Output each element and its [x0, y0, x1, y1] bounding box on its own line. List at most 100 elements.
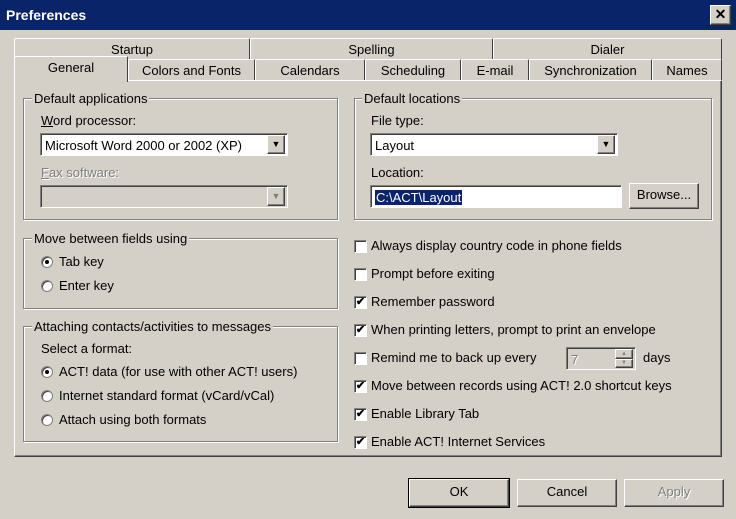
radio-both-formats[interactable]: Attach using both formats: [41, 412, 331, 430]
chevron-down-icon[interactable]: ▼: [597, 135, 615, 154]
tab-label: General: [47, 60, 95, 75]
checkbox-label: When printing letters, prompt to print a…: [371, 322, 656, 337]
checkbox-label: Prompt before exiting: [371, 266, 495, 281]
tab-general[interactable]: General: [14, 56, 128, 82]
tab-synchronization[interactable]: Synchronization: [529, 59, 652, 81]
cancel-button[interactable]: Cancel: [517, 479, 617, 507]
checkbox-label: Move between records using ACT! 2.0 shor…: [371, 378, 672, 393]
attaching-format-title: Attaching contacts/activities to message…: [32, 319, 274, 335]
select-format-label: Select a format:: [41, 341, 133, 356]
radio-label: Internet standard format (vCard/vCal): [59, 388, 275, 403]
option-country-code[interactable]: Always display country code in phone fie…: [354, 238, 704, 256]
apply-button[interactable]: Apply: [624, 479, 724, 507]
location-input[interactable]: C:\ACT\Layout: [370, 185, 622, 208]
checkbox-label: Remember password: [371, 294, 495, 309]
tab-calendars[interactable]: Calendars: [255, 59, 365, 81]
tab-label: Spelling: [348, 42, 395, 57]
word-processor-select[interactable]: Microsoft Word 2000 or 2002 (XP) ▼: [40, 133, 288, 156]
option-envelope-prompt[interactable]: ✔ When printing letters, prompt to print…: [354, 322, 704, 340]
checkbox-label: Always display country code in phone fie…: [371, 238, 622, 253]
tab-label: Names: [666, 63, 708, 78]
check-icon: ✔: [355, 408, 366, 420]
option-shortcut-keys[interactable]: ✔ Move between records using ACT! 2.0 sh…: [354, 378, 704, 396]
file-type-value: Layout: [375, 138, 415, 153]
radio-button[interactable]: [41, 390, 53, 402]
tab-label: Dialer: [590, 42, 625, 57]
option-backup-reminder[interactable]: Remind me to back up every: [354, 350, 554, 368]
title-bar: Preferences: [0, 0, 736, 30]
radio-label: Enter key: [59, 278, 114, 293]
radio-internet-standard[interactable]: Internet standard format (vCard/vCal): [41, 388, 331, 406]
apply-label: Apply: [657, 484, 691, 499]
file-type-label: File type:: [371, 113, 424, 128]
chevron-down-icon: ▼: [267, 187, 285, 206]
checkbox-label: Remind me to back up every: [371, 350, 537, 365]
check-icon: ✔: [355, 436, 366, 448]
checkbox-label: Enable ACT! Internet Services: [371, 434, 546, 449]
checkbox[interactable]: ✔: [354, 436, 367, 449]
spinner-buttons: ▲ ▼: [615, 349, 633, 368]
checkbox[interactable]: ✔: [354, 408, 367, 421]
tab-email[interactable]: E-mail: [461, 59, 529, 81]
spin-up-icon: ▲: [615, 349, 633, 359]
close-button[interactable]: ✕: [710, 5, 731, 25]
browse-button[interactable]: Browse...: [629, 183, 699, 209]
ok-label: OK: [449, 484, 469, 499]
check-icon: ✔: [355, 324, 366, 336]
browse-label: Browse...: [636, 187, 692, 202]
move-between-fields-title: Move between fields using: [32, 231, 190, 247]
radio-tab-key[interactable]: Tab key: [41, 254, 301, 272]
tab-label: Colors and Fonts: [142, 63, 241, 78]
tab-label: Synchronization: [544, 63, 637, 78]
tab-names[interactable]: Names: [652, 59, 722, 81]
fax-software-select: ▼: [40, 185, 288, 208]
fax-software-label: Fax software:: [41, 165, 120, 180]
radio-button[interactable]: [41, 280, 53, 292]
days-label: days: [643, 350, 671, 365]
move-between-fields-group: [23, 238, 338, 309]
checkbox[interactable]: [354, 352, 367, 365]
checkbox-label: Enable Library Tab: [371, 406, 480, 421]
backup-days-value: 7: [571, 352, 579, 367]
radio-button[interactable]: [41, 256, 53, 268]
tab-label: Scheduling: [380, 63, 446, 78]
tab-spelling[interactable]: Spelling: [250, 38, 493, 60]
tab-dialer[interactable]: Dialer: [493, 38, 722, 60]
tab-label: Startup: [111, 42, 153, 57]
default-locations-title: Default locations: [362, 91, 463, 107]
location-value: C:\ACT\Layout: [375, 190, 463, 205]
radio-act-data[interactable]: ACT! data (for use with other ACT! users…: [41, 364, 331, 382]
close-icon: ✕: [714, 6, 727, 22]
option-library-tab[interactable]: ✔ Enable Library Tab: [354, 406, 704, 424]
checkbox[interactable]: ✔: [354, 324, 367, 337]
default-applications-title: Default applications: [32, 91, 150, 107]
backup-days-spinner: 7 ▲ ▼: [566, 347, 636, 370]
tab-colors-and-fonts[interactable]: Colors and Fonts: [128, 59, 255, 81]
radio-label: Tab key: [59, 254, 104, 269]
option-internet-services[interactable]: ✔ Enable ACT! Internet Services: [354, 434, 704, 452]
location-label: Location:: [371, 165, 424, 180]
checkbox[interactable]: ✔: [354, 380, 367, 393]
tab-label: E-mail: [476, 63, 514, 78]
check-icon: ✔: [355, 296, 366, 308]
spin-down-icon: ▼: [615, 359, 633, 368]
ok-button[interactable]: OK: [408, 478, 510, 508]
radio-enter-key[interactable]: Enter key: [41, 278, 301, 296]
option-prompt-exit[interactable]: Prompt before exiting: [354, 266, 704, 284]
radio-button[interactable]: [41, 366, 53, 378]
checkbox[interactable]: [354, 240, 367, 253]
radio-button[interactable]: [41, 414, 53, 426]
check-icon: ✔: [355, 380, 366, 392]
radio-label: ACT! data (for use with other ACT! users…: [59, 364, 298, 379]
chevron-down-icon[interactable]: ▼: [267, 135, 285, 154]
tab-scheduling[interactable]: Scheduling: [365, 59, 461, 81]
radio-label: Attach using both formats: [59, 412, 207, 427]
word-processor-label: Word processor:: [41, 113, 137, 128]
file-type-select[interactable]: Layout ▼: [370, 133, 618, 156]
word-processor-value: Microsoft Word 2000 or 2002 (XP): [45, 138, 243, 153]
option-remember-password[interactable]: ✔ Remember password: [354, 294, 704, 312]
window-title: Preferences: [6, 7, 87, 23]
checkbox[interactable]: ✔: [354, 296, 367, 309]
checkbox[interactable]: [354, 268, 367, 281]
cancel-label: Cancel: [546, 484, 588, 499]
